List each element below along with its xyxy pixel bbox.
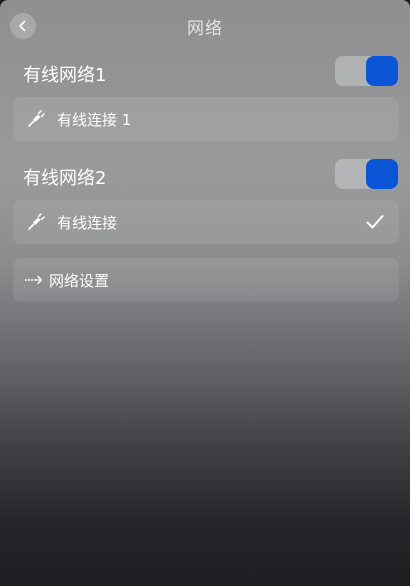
connection-item-wired-1[interactable]: 有线连接 1 [13,97,399,141]
connection-label: 有线连接 1 [57,110,132,129]
toggle-knob [366,159,398,189]
dotted-arrow-right-icon [23,270,45,290]
ethernet-plug-icon [26,212,46,232]
section-title-wired-network-2: 有线网络2 [23,168,107,189]
network-panel: 网络 有线网络1 有线连接 1 有线网络2 有线连接 网络设置 [0,0,410,586]
checkmark-icon [365,212,385,232]
network-settings-label: 网络设置 [49,271,110,290]
network-settings-link[interactable]: 网络设置 [13,258,399,302]
wired-network-2-toggle[interactable] [335,159,398,189]
connection-label: 有线连接 [57,213,118,232]
connection-item-wired-2[interactable]: 有线连接 [13,200,399,244]
wired-network-1-toggle[interactable] [335,56,398,86]
page-title: 网络 [187,19,223,39]
ethernet-plug-icon [26,109,46,129]
section-title-wired-network-1: 有线网络1 [23,65,107,86]
toggle-knob [366,56,398,86]
